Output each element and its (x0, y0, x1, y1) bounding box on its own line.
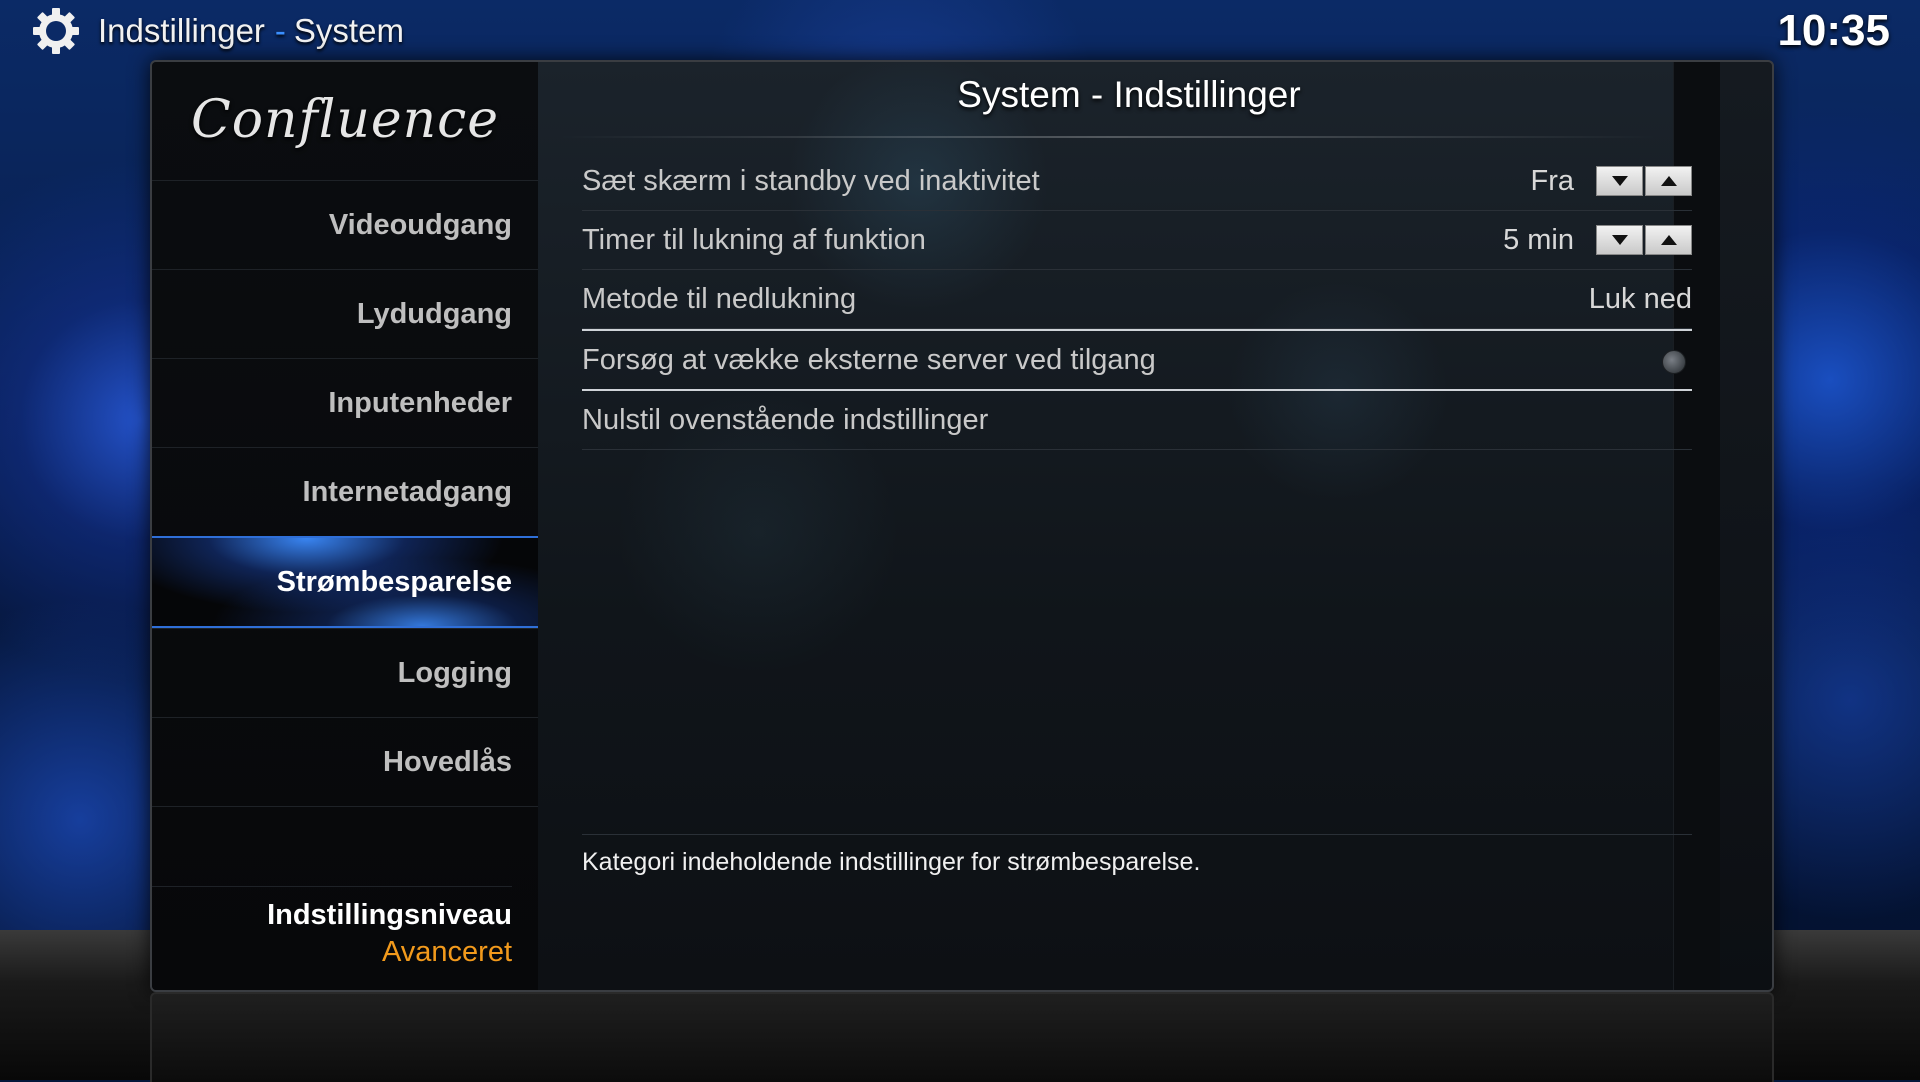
sidebar-item-inputenheder[interactable]: Inputenheder (152, 358, 538, 447)
sidebar-item-videoudgang[interactable]: Videoudgang (152, 180, 538, 269)
setting-row-shutdown-method[interactable]: Metode til nedlukning Luk ned (582, 270, 1692, 329)
top-bar: Indstillinger - System 10:35 (0, 0, 1920, 62)
spin-down-button[interactable] (1596, 225, 1643, 255)
sidebar-item-logging[interactable]: Logging (152, 628, 538, 717)
setting-label: Timer til lukning af funktion (582, 224, 926, 256)
sidebar-item-lydudgang[interactable]: Lydudgang (152, 269, 538, 358)
main-content: System - Indstillinger Sæt skærm i stand… (538, 62, 1720, 990)
breadcrumb: Indstillinger - System (98, 12, 404, 50)
settings-list: Sæt skærm i standby ved inaktivitet Fra … (582, 152, 1692, 450)
sidebar-item-internetadgang[interactable]: Internetadgang (152, 447, 538, 536)
spinner-control (1596, 225, 1692, 255)
page-title: System - Indstillinger (957, 74, 1301, 115)
setting-label: Forsøg at vække eksterne server ved tilg… (582, 344, 1156, 376)
spin-down-button[interactable] (1596, 166, 1643, 196)
settings-level-label: Indstillingsniveau (267, 899, 512, 931)
setting-row-standby[interactable]: Sæt skærm i standby ved inaktivitet Fra (582, 152, 1692, 211)
setting-value: Luk ned (1588, 283, 1692, 315)
breadcrumb-section: Indstillinger (98, 12, 265, 49)
radio-toggle[interactable] (1662, 350, 1686, 374)
sidebar-item-hovedlas[interactable]: Hovedlås (152, 717, 538, 807)
panel-reflection (150, 992, 1774, 1082)
confluence-logo: Confluence (190, 90, 500, 150)
category-menu: Videoudgang Lydudgang Inputenheder Inter… (152, 180, 538, 807)
settings-level-value: Avanceret (381, 936, 512, 968)
setting-label: Nulstil ovenstående indstillinger (582, 404, 989, 436)
breadcrumb-page: System (293, 12, 404, 49)
settings-panel: Confluence Videoudgang Lydudgang Inputen… (150, 60, 1774, 992)
triangle-up-icon (1660, 176, 1677, 186)
setting-label: Sæt skærm i standby ved inaktivitet (582, 165, 1040, 197)
setting-value: 5 min (1503, 224, 1574, 256)
sidebar-item-strombesparelse[interactable]: Strømbesparelse (152, 536, 538, 628)
clock: 10:35 (1777, 6, 1890, 55)
spin-up-button[interactable] (1645, 225, 1692, 255)
sidebar: Confluence Videoudgang Lydudgang Inputen… (152, 62, 539, 990)
title-divider (558, 136, 1658, 138)
setting-row-wake-server[interactable]: Forsøg at vække eksterne server ved tilg… (582, 329, 1692, 391)
settings-level-button[interactable]: Indstillingsniveau Avanceret (152, 886, 512, 969)
breadcrumb-separator: - (274, 12, 286, 49)
spinner-control (1596, 166, 1692, 196)
setting-label: Metode til nedlukning (582, 283, 857, 315)
triangle-up-icon (1660, 235, 1677, 245)
category-description: Kategori indeholdende indstillinger for … (582, 848, 1201, 876)
setting-row-reset[interactable]: Nulstil ovenstående indstillinger (582, 391, 1692, 450)
description-divider (582, 834, 1692, 835)
setting-row-shutdown-timer[interactable]: Timer til lukning af funktion 5 min (582, 211, 1692, 270)
setting-value: Fra (1530, 165, 1575, 197)
gear-icon (33, 8, 79, 54)
triangle-down-icon (1611, 176, 1628, 186)
spin-up-button[interactable] (1645, 166, 1692, 196)
triangle-down-icon (1611, 235, 1628, 245)
